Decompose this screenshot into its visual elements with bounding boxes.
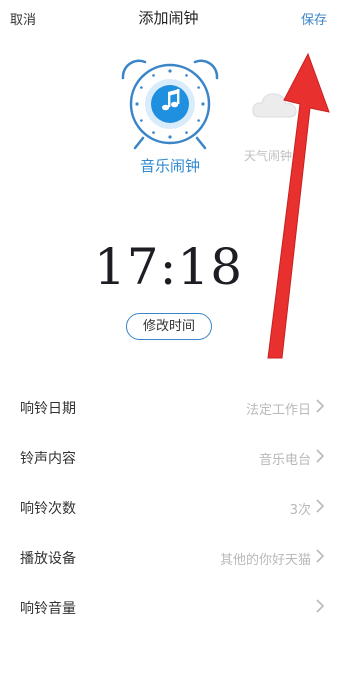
setting-label: 铃声内容	[20, 451, 76, 467]
alarm-type-music-label: 音乐闹钟	[139, 157, 200, 175]
setting-value: 音乐电台	[258, 453, 311, 468]
setting-row-ringtone[interactable]: 铃声内容 音乐电台	[0, 434, 337, 480]
setting-row-ring-count[interactable]: 响铃次数 3次	[0, 484, 337, 530]
setting-value: 其他的你好天猫	[219, 553, 311, 568]
cloud-icon	[252, 93, 297, 118]
alarm-type-music[interactable]: 音乐闹钟	[115, 58, 225, 180]
setting-label: 响铃次数	[20, 501, 76, 517]
setting-label: 响铃音量	[20, 601, 76, 617]
setting-label: 播放设备	[20, 551, 76, 567]
setting-row-playback-device[interactable]: 播放设备 其他的你好天猫	[0, 534, 337, 580]
chevron-right-icon	[316, 499, 325, 513]
setting-row-volume[interactable]: 响铃音量	[0, 584, 337, 630]
setting-label: 响铃日期	[20, 401, 76, 417]
page-title: 添加闹钟	[138, 9, 199, 27]
setting-value: 3次	[289, 503, 311, 518]
alarm-type-weather[interactable]: 天气闹钟	[236, 85, 337, 175]
chevron-right-icon	[316, 599, 325, 613]
edit-time-button[interactable]: 修改时间	[126, 313, 212, 340]
alarm-time: 17:18	[93, 238, 244, 296]
chevron-right-icon	[316, 399, 325, 413]
top-bar: 取消 添加闹钟 保存	[0, 0, 337, 36]
setting-row-ring-date[interactable]: 响铃日期 法定工作日	[0, 384, 337, 430]
chevron-right-icon	[316, 449, 325, 463]
setting-value: 法定工作日	[245, 403, 311, 418]
chevron-right-icon	[316, 549, 325, 563]
alarm-clock-icon	[121, 59, 219, 150]
alarm-type-weather-label: 天气闹钟	[244, 149, 293, 163]
save-button[interactable]: 保存	[301, 9, 327, 28]
